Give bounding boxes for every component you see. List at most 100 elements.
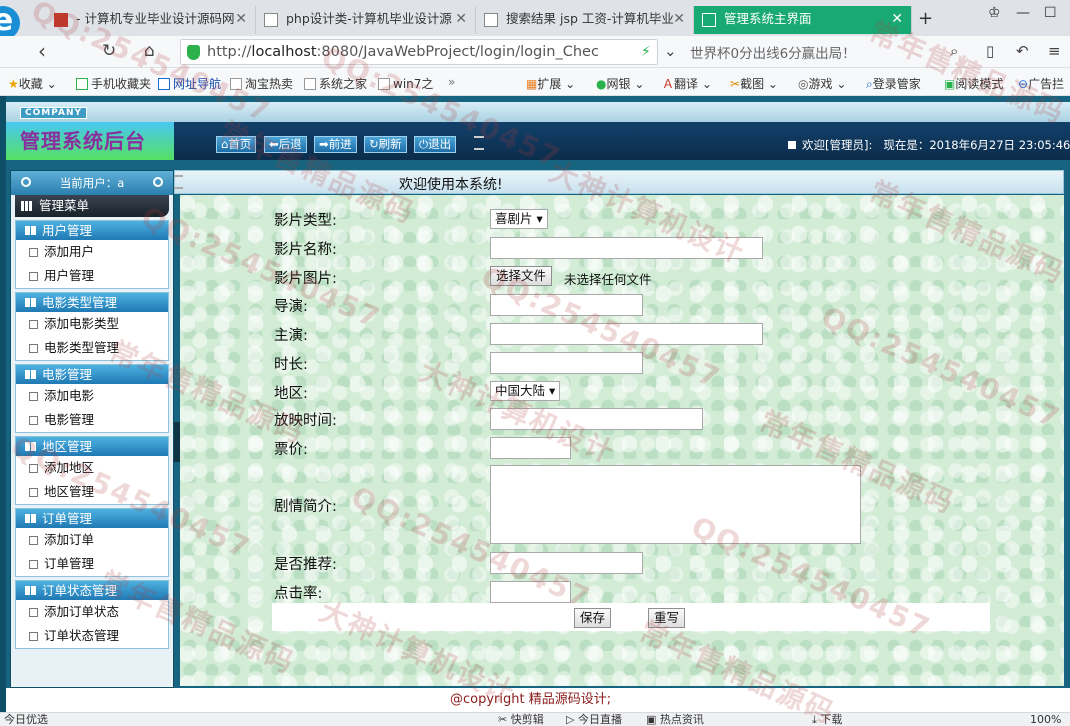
menu-item-add-movie[interactable]: 添加电影 xyxy=(16,384,168,408)
menu-item-order-manage[interactable]: 订单管理 xyxy=(16,552,168,576)
toolbar-grip-icon xyxy=(474,136,484,150)
bookmark-games[interactable]: ◎游戏 ⌄ xyxy=(798,75,846,92)
name-input[interactable] xyxy=(490,237,763,259)
back-button[interactable]: ⬅后退 xyxy=(264,136,307,153)
region-select[interactable]: 中国大陆 ▾ xyxy=(490,381,561,401)
menu-item-movie-type-manage[interactable]: 电影类型管理 xyxy=(16,336,168,360)
undo-icon[interactable]: ↶ xyxy=(1016,42,1029,60)
menu-item-region-manage[interactable]: 地区管理 xyxy=(16,480,168,504)
menu-group-header[interactable]: 地区管理 xyxy=(16,437,168,456)
recommend-label: 是否推荐: xyxy=(274,557,337,573)
phone-icon xyxy=(76,78,88,90)
close-tab-icon[interactable]: ✕ xyxy=(891,6,903,32)
page-icon xyxy=(264,13,278,27)
bookmark-login-manager[interactable]: ⌕登录管家 xyxy=(866,75,921,92)
bookmark-favorites[interactable]: ★收藏 ⌄ xyxy=(8,75,57,92)
close-tab-icon[interactable]: ✕ xyxy=(235,6,247,32)
page-icon xyxy=(29,320,38,329)
showtime-input[interactable] xyxy=(490,408,703,430)
current-user-bar: 当前用户：a xyxy=(11,171,173,195)
browser-status-bar: 今日优选 ✂ 快剪辑 ▷ 今日直播 ▣ 热点资讯 ⤓ 下载 100% xyxy=(0,712,1070,726)
search-suggestion[interactable]: 世界杯0分出线6分赢出局！ xyxy=(690,42,856,62)
menu-item-movie-manage[interactable]: 电影管理 xyxy=(16,408,168,432)
status-clip[interactable]: ✂ 快剪辑 xyxy=(498,713,544,726)
menu-item-user-manage[interactable]: 用户管理 xyxy=(16,264,168,288)
browser-tab-3[interactable]: 搜索结果 jsp 工资-计算机毕业 ✕ xyxy=(476,6,694,34)
status-download[interactable]: ⤓ 下载 xyxy=(812,713,842,726)
page-icon xyxy=(29,536,38,545)
page-icon xyxy=(29,464,38,473)
pin-icon xyxy=(153,177,163,187)
actor-input[interactable] xyxy=(490,323,763,345)
page-icon xyxy=(29,344,38,353)
bookmark-translate[interactable]: Ａ翻译 ⌄ xyxy=(662,75,712,92)
menu-group-movie-types: 电影类型管理 添加电影类型 电影类型管理 xyxy=(15,292,169,361)
recommend-input[interactable] xyxy=(490,552,643,574)
lightning-icon[interactable]: ⚡ xyxy=(641,44,651,60)
scissors-icon: ✂ xyxy=(498,713,508,726)
reload-icon[interactable]: ↻ xyxy=(102,40,116,62)
menu-item-add-order-status[interactable]: 添加订单状态 xyxy=(16,600,168,624)
brand-title: 管理系统后台 xyxy=(6,122,174,160)
price-input[interactable] xyxy=(490,437,571,459)
menu-item-add-movie-type[interactable]: 添加电影类型 xyxy=(16,312,168,336)
bookmark-win7[interactable]: win7之 xyxy=(378,75,433,92)
reset-button[interactable]: 重写 xyxy=(648,608,686,628)
menu-group-header[interactable]: 电影管理 xyxy=(16,365,168,384)
bookmark-xitong[interactable]: 系统之家 xyxy=(304,75,367,92)
refresh-button[interactable]: ↻刷新 xyxy=(364,136,407,153)
search-icon[interactable]: ⌕ xyxy=(950,42,958,60)
admin-app: COMPANY 管理系统后台 ⌂首页 ⬅后退 ➡前进 ↻刷新 ⏻退出 欢迎[管理… xyxy=(0,96,1070,712)
menu-group-header[interactable]: 订单状态管理 xyxy=(16,581,168,600)
logout-button[interactable]: ⏻退出 xyxy=(414,136,457,153)
browser-tab-2[interactable]: php设计类-计算机毕业设计源 ✕ xyxy=(256,6,476,34)
menu-group-orders: 订单管理 添加订单 订单管理 xyxy=(15,508,169,577)
browser-tab-4-active[interactable]: 管理系统主界面 ✕ xyxy=(694,6,912,34)
skin-icon[interactable]: ♔ xyxy=(988,5,1001,21)
phone-icon[interactable]: ▯ xyxy=(986,42,994,60)
chevron-down-icon[interactable]: ⌄ xyxy=(664,42,677,60)
menu-group-header[interactable]: 订单管理 xyxy=(16,509,168,528)
menu-item-add-user[interactable]: 添加用户 xyxy=(16,240,168,264)
clicks-input[interactable] xyxy=(490,581,571,603)
menu-group-header[interactable]: 电影类型管理 xyxy=(16,293,168,312)
bookmark-adblock[interactable]: ⊖广告拦 xyxy=(1018,75,1064,92)
bookmark-nav[interactable]: 网址导航 xyxy=(158,75,221,92)
back-arrow-icon[interactable]: ‹ xyxy=(38,40,46,62)
bookmark-bank[interactable]: ●网银 ⌄ xyxy=(596,75,644,92)
url-field[interactable]: http://localhost:8080/JavaWebProject/log… xyxy=(180,39,658,65)
page-icon xyxy=(484,13,498,27)
actor-label: 主演: xyxy=(274,328,308,344)
menu-group-header[interactable]: 用户管理 xyxy=(16,221,168,240)
status-live[interactable]: ▷ 今日直播 xyxy=(566,713,622,726)
bookmark-read-mode[interactable]: ▣阅读模式 xyxy=(944,75,1003,92)
square-icon xyxy=(788,141,796,149)
home-button[interactable]: ⌂首页 xyxy=(216,136,257,153)
status-news[interactable]: ▣ 热点资讯 xyxy=(646,713,704,726)
type-select[interactable]: 喜剧片 ▾ xyxy=(490,209,548,229)
maximize-icon[interactable]: ☐ xyxy=(1044,5,1057,21)
duration-input[interactable] xyxy=(490,352,643,374)
bookmark-mobile[interactable]: 手机收藏夹 xyxy=(76,75,151,92)
scissors-icon: ✂ xyxy=(730,77,741,91)
close-tab-icon[interactable]: ✕ xyxy=(673,6,685,32)
forward-button[interactable]: ➡前进 xyxy=(314,136,357,153)
director-input[interactable] xyxy=(490,294,643,316)
menu-icon[interactable]: ≡ xyxy=(1048,42,1061,60)
menu-item-order-status-manage[interactable]: 订单状态管理 xyxy=(16,624,168,648)
bookmark-taobao[interactable]: 淘宝热卖 xyxy=(230,75,293,92)
home-icon[interactable]: ⌂ xyxy=(144,40,155,62)
minimize-icon[interactable]: — xyxy=(1016,5,1030,21)
new-tab-button[interactable]: + xyxy=(918,6,933,32)
intro-textarea[interactable] xyxy=(490,465,861,544)
menu-item-add-order[interactable]: 添加订单 xyxy=(16,528,168,552)
close-tab-icon[interactable]: ✕ xyxy=(455,6,467,32)
zoom-level[interactable]: 100% xyxy=(1030,713,1061,726)
bookmark-extensions[interactable]: ▦扩展 ⌄ xyxy=(526,75,575,92)
browser-tab-1[interactable]: - 计算机专业毕业设计源码网 ✕ xyxy=(46,6,256,34)
bookmark-screenshot[interactable]: ✂截图 ⌄ xyxy=(730,75,778,92)
menu-item-add-region[interactable]: 添加地区 xyxy=(16,456,168,480)
more-bookmarks-icon[interactable]: » xyxy=(448,75,455,89)
choose-file-button[interactable]: 选择文件 xyxy=(490,266,553,286)
save-button[interactable]: 保存 xyxy=(574,608,612,628)
